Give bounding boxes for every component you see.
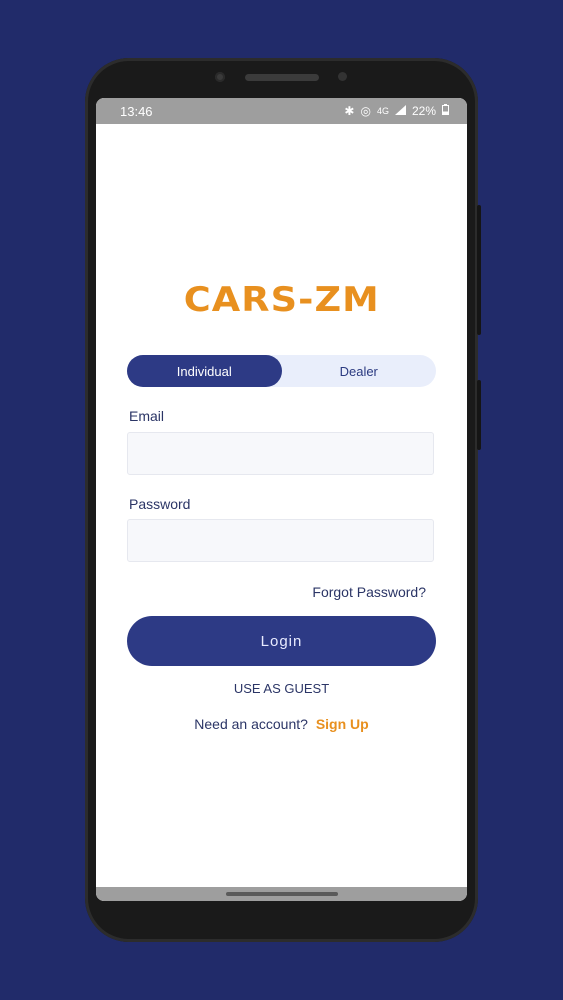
toggle-individual[interactable]: Individual	[127, 355, 282, 387]
home-gesture-bar[interactable]	[226, 892, 338, 896]
navigation-bar	[96, 887, 467, 901]
use-as-guest-link[interactable]: USE AS GUEST	[96, 681, 467, 696]
battery-percent: 22%	[411, 104, 436, 118]
email-field[interactable]	[127, 432, 434, 475]
forgot-password-link[interactable]: Forgot Password?	[312, 584, 426, 600]
toggle-dealer[interactable]: Dealer	[282, 355, 437, 387]
status-bar: 13:46 ✱ ◎ 4G 22%	[96, 98, 467, 124]
hotspot-icon: ◎	[360, 104, 371, 118]
password-label: Password	[129, 496, 191, 512]
account-type-toggle: Individual Dealer	[127, 355, 436, 387]
proximity-sensor	[338, 72, 347, 81]
password-field[interactable]	[127, 519, 434, 562]
logo-text: CARS-ZM	[183, 280, 380, 320]
bluetooth-icon: ✱	[344, 104, 355, 118]
4g-icon: 4G	[376, 106, 389, 116]
login-button[interactable]: Login	[127, 616, 436, 666]
phone-side-button	[477, 380, 481, 450]
app-screen: 13:46 ✱ ◎ 4G 22% CARS-ZM Individual Deal…	[96, 98, 467, 901]
email-label: Email	[129, 408, 165, 424]
status-time: 13:46	[120, 103, 153, 119]
sign-up-link[interactable]: Sign Up	[316, 716, 369, 732]
signal-icon	[394, 104, 406, 118]
signup-prompt: Need an account? Sign Up	[96, 716, 467, 732]
status-icons: ✱ ◎ 4G 22%	[344, 104, 449, 118]
need-account-text: Need an account?	[194, 716, 308, 732]
phone-side-button	[477, 205, 481, 335]
earpiece-speaker	[245, 74, 319, 81]
battery-icon	[442, 104, 449, 118]
app-logo: CARS-ZM	[96, 280, 467, 320]
front-camera	[215, 72, 225, 82]
